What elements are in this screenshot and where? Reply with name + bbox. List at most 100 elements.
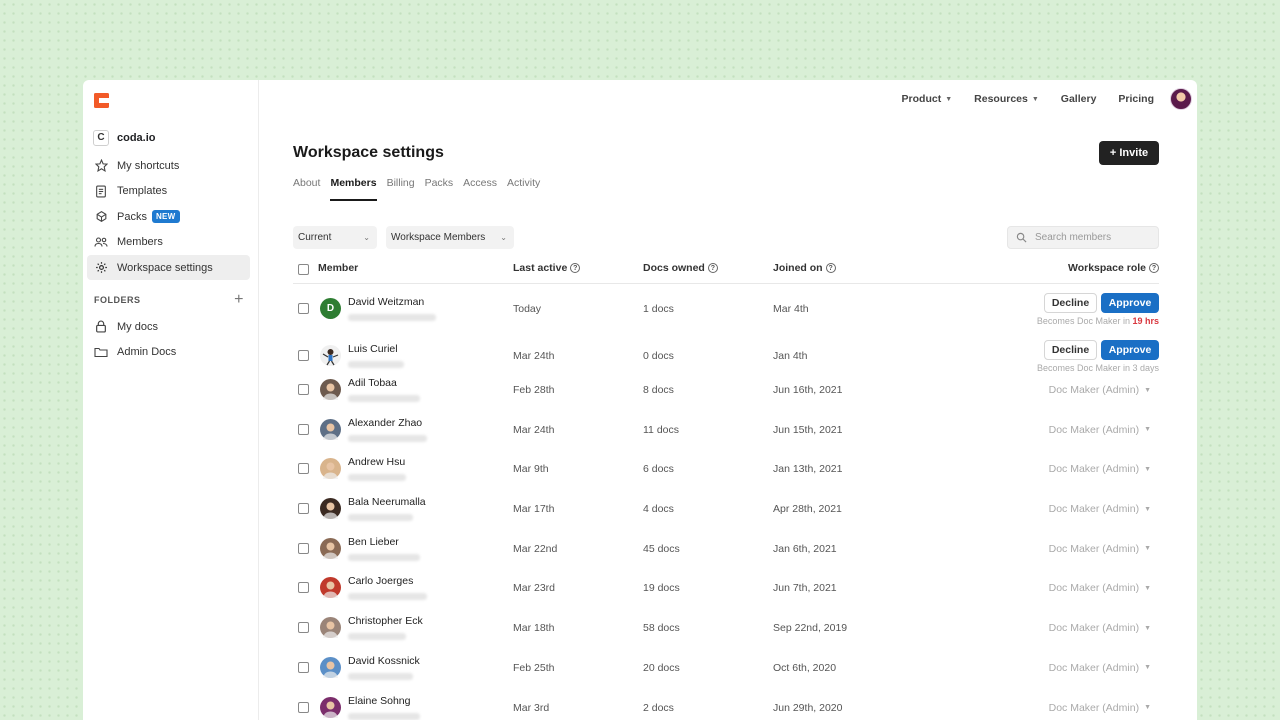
caret-down-icon: ▼ <box>1144 465 1151 473</box>
column-member-label: Member <box>318 262 359 274</box>
member-email-redacted <box>348 712 420 720</box>
docs-owned: 11 docs <box>643 423 679 436</box>
role-dropdown[interactable]: Doc Maker (Admin) ▼ <box>1049 463 1151 475</box>
invite-button[interactable]: + Invite <box>1099 141 1159 165</box>
help-icon[interactable]: ? <box>570 263 581 273</box>
role-dropdown[interactable]: Doc Maker (Admin) ▼ <box>1049 702 1151 714</box>
column-docs-owned[interactable]: Docs owned ? <box>643 262 718 274</box>
chevron-down-icon: ⌄ <box>363 233 370 242</box>
column-joined-on[interactable]: Joined on ? <box>773 262 836 274</box>
approve-button[interactable]: Approve <box>1101 340 1159 360</box>
role-dropdown[interactable]: Doc Maker (Admin) ▼ <box>1049 384 1151 396</box>
row-checkbox[interactable] <box>298 582 309 594</box>
sidebar-item-workspace-settings[interactable]: Workspace settings <box>87 255 250 280</box>
row-checkbox[interactable] <box>298 303 309 314</box>
last-active: Mar 17th <box>513 503 555 516</box>
role-change-note: Becomes Doc Maker in 19 hrs <box>1037 316 1159 326</box>
member-email-redacted <box>348 361 404 368</box>
table-row[interactable]: Adil Tobaa Feb 28th 8 docs Jun 16th, 2021 Do… <box>293 377 1159 418</box>
table-row[interactable]: D David Weitzman Today 1 docs Mar 4th De… <box>293 285 1159 332</box>
role-dropdown[interactable]: Doc Maker (Admin) ▼ <box>1049 582 1151 594</box>
select-all-checkbox[interactable] <box>298 264 309 275</box>
column-workspace-role[interactable]: Workspace role ? <box>1068 262 1159 274</box>
table-row[interactable]: David Kossnick Feb 25th 20 docs Oct 6th, 20… <box>293 655 1159 696</box>
caret-down-icon: ▼ <box>1144 624 1151 632</box>
folder-item-admin-docs[interactable]: Admin Docs <box>87 340 250 365</box>
decline-button[interactable]: Decline <box>1044 293 1097 313</box>
last-active: Feb 25th <box>513 661 555 674</box>
column-member[interactable]: Member <box>318 262 358 274</box>
member-email-redacted <box>348 672 413 680</box>
joined-on: Jan 6th, 2021 <box>773 542 837 555</box>
table-row[interactable]: Alexander Zhao Mar 24th 11 docs Jun 15th, 2… <box>293 417 1159 458</box>
sidebar: C coda.io My shortcuts Templates Packs N… <box>83 80 259 720</box>
workspace-badge: C <box>93 129 109 146</box>
coda-logo-icon[interactable] <box>94 93 109 108</box>
row-checkbox[interactable] <box>298 350 309 361</box>
row-checkbox[interactable] <box>298 463 309 475</box>
tab-access[interactable]: Access <box>463 177 497 201</box>
user-avatar[interactable] <box>1170 88 1192 110</box>
caret-down-icon: ▼ <box>1144 386 1151 394</box>
row-checkbox[interactable] <box>298 423 309 435</box>
member-email-redacted <box>348 395 420 402</box>
docs-owned: 2 docs <box>643 701 674 714</box>
member-name: Adil Tobaa <box>348 377 397 389</box>
sidebar-item-my-shortcuts[interactable]: My shortcuts <box>87 153 250 178</box>
sidebar-item-members[interactable]: Members <box>87 230 250 255</box>
role-value: Doc Maker (Admin) <box>1048 582 1140 595</box>
workspace-switcher[interactable]: C coda.io <box>93 129 156 146</box>
sidebar-item-packs[interactable]: Packs NEW <box>87 204 250 229</box>
row-checkbox[interactable] <box>298 701 309 713</box>
role-value: Doc Maker (Admin) <box>1048 661 1140 674</box>
tab-members[interactable]: Members <box>330 177 377 201</box>
group-filter-value: Workspace Members <box>391 232 486 243</box>
person-photo-icon <box>323 462 338 480</box>
row-checkbox[interactable] <box>298 384 309 395</box>
chevron-down-icon: ⌄ <box>500 233 507 242</box>
table-row[interactable]: Bala Neerumalla Mar 17th 4 docs Apr 28th, 2… <box>293 496 1159 537</box>
role-change-note: Becomes Doc Maker in 3 days <box>1037 363 1159 373</box>
role-dropdown[interactable]: Doc Maker (Admin) ▼ <box>1049 662 1151 674</box>
add-folder-button[interactable]: + <box>234 292 244 308</box>
help-icon[interactable]: ? <box>707 263 718 273</box>
group-filter-dropdown[interactable]: Workspace Members ⌄ <box>386 226 514 249</box>
table-row[interactable]: Luis Curiel Mar 24th 0 docs Jan 4th Decl… <box>293 332 1159 378</box>
tab-packs[interactable]: Packs <box>425 177 454 201</box>
search-members-input[interactable]: Search members <box>1007 226 1159 249</box>
table-header: Member Last active ? Docs owned ? Joined… <box>293 260 1159 284</box>
table-row[interactable]: Carlo Joerges Mar 23rd 19 docs Jun 7th, 202… <box>293 575 1159 616</box>
table-row[interactable]: Ben Lieber Mar 22nd 45 docs Jan 6th, 2021 Do… <box>293 536 1159 577</box>
folder-item-my-docs[interactable]: My docs <box>87 314 250 339</box>
tab-about[interactable]: About <box>293 177 320 201</box>
role-dropdown[interactable]: Doc Maker (Admin) ▼ <box>1049 543 1151 555</box>
joined-on: Sep 22nd, 2019 <box>773 622 848 635</box>
help-icon[interactable]: ? <box>825 263 836 273</box>
table-row[interactable]: Christopher Eck Mar 18th 58 docs Sep 22nd, … <box>293 615 1159 656</box>
row-checkbox[interactable] <box>298 661 309 673</box>
approve-button[interactable]: Approve <box>1101 293 1159 313</box>
help-icon[interactable]: ? <box>1149 263 1159 273</box>
row-checkbox[interactable] <box>298 542 309 554</box>
last-active: Mar 24th <box>513 423 555 436</box>
table-row[interactable]: Andrew Hsu Mar 9th 6 docs Jan 13th, 2021 Doc… <box>293 456 1159 497</box>
row-checkbox[interactable] <box>298 503 309 515</box>
tab-activity[interactable]: Activity <box>507 177 540 201</box>
avatar <box>320 498 341 520</box>
tab-billing[interactable]: Billing <box>387 177 415 201</box>
role-dropdown[interactable]: Doc Maker (Admin) ▼ <box>1049 503 1151 515</box>
docs-owned: 0 docs <box>643 350 674 362</box>
caret-down-icon: ▼ <box>1144 545 1151 553</box>
row-checkbox[interactable] <box>298 622 309 634</box>
column-last-active[interactable]: Last active ? <box>513 262 581 274</box>
last-active: Mar 9th <box>513 463 549 476</box>
table-row[interactable]: Elaine Sohng Mar 3rd 2 docs Jun 29th, 2020 D… <box>293 695 1159 720</box>
sidebar-item-templates[interactable]: Templates <box>87 179 250 204</box>
decline-button[interactable]: Decline <box>1044 340 1097 360</box>
member-name: Christopher Eck <box>348 615 423 628</box>
avatar <box>320 345 341 366</box>
status-filter-dropdown[interactable]: Current ⌄ <box>293 226 377 249</box>
role-dropdown[interactable]: Doc Maker (Admin) ▼ <box>1049 622 1151 634</box>
last-active: Mar 22nd <box>513 542 558 555</box>
role-dropdown[interactable]: Doc Maker (Admin) ▼ <box>1049 424 1151 436</box>
